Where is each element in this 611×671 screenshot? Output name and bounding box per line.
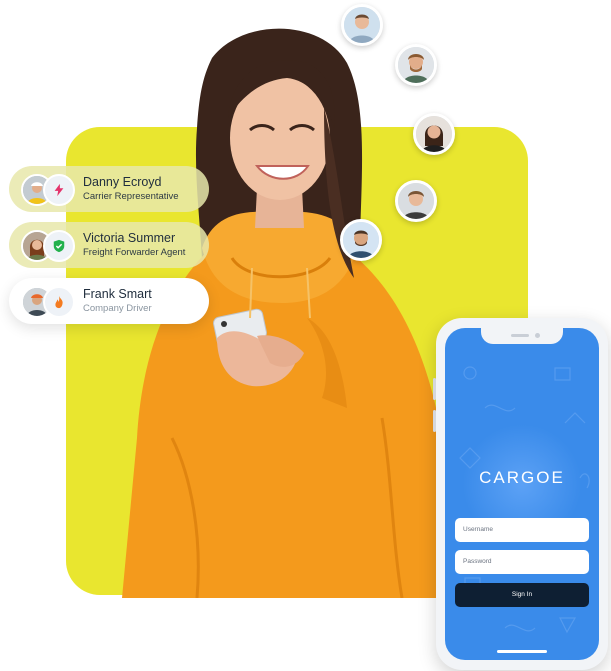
contact-name: Danny Ecroyd	[83, 175, 162, 189]
contact-text: Frank Smart Company Driver	[83, 286, 152, 316]
contact-name: Victoria Summer	[83, 231, 176, 245]
contact-avatars	[21, 172, 77, 206]
contact-avatars	[21, 228, 77, 262]
contact-role: Freight Forwarder Agent	[83, 247, 186, 258]
contact-card-frank[interactable]: Frank Smart Company Driver	[9, 278, 209, 324]
phone-side-button	[433, 410, 436, 432]
lightning-icon-shape	[54, 183, 64, 197]
shield-check-icon	[43, 230, 75, 262]
floating-avatar-2	[395, 44, 437, 86]
app-logo: CARGOE	[479, 468, 565, 487]
contact-role: Carrier Representative	[83, 191, 179, 202]
contact-avatars	[21, 284, 77, 318]
sign-in-button[interactable]: Sign In	[455, 583, 589, 607]
password-field[interactable]: Password	[455, 550, 589, 574]
phone-mockup: CARGOE Username Password Sign In	[433, 318, 608, 670]
speaker	[511, 334, 529, 337]
contact-text: Danny Ecroyd Carrier Representative	[83, 174, 179, 204]
phone-side-button	[433, 378, 436, 400]
phone-notch	[481, 328, 563, 344]
lightning-icon	[43, 174, 75, 206]
floating-avatar-3	[413, 113, 455, 155]
app-login-screen: CARGOE Username Password Sign In	[445, 328, 599, 660]
floating-avatar-1	[341, 4, 383, 46]
floating-avatar-4	[395, 180, 437, 222]
username-field[interactable]: Username	[455, 518, 589, 542]
camera	[535, 333, 540, 338]
flame-icon	[43, 286, 75, 318]
contact-role: Company Driver	[83, 303, 152, 314]
contact-card-danny[interactable]: Danny Ecroyd Carrier Representative	[9, 166, 209, 212]
home-indicator	[497, 650, 547, 653]
floating-avatar-5	[340, 219, 382, 261]
contact-name: Frank Smart	[83, 287, 152, 301]
contact-card-victoria[interactable]: Victoria Summer Freight Forwarder Agent	[9, 222, 209, 268]
contact-text: Victoria Summer Freight Forwarder Agent	[83, 230, 185, 260]
